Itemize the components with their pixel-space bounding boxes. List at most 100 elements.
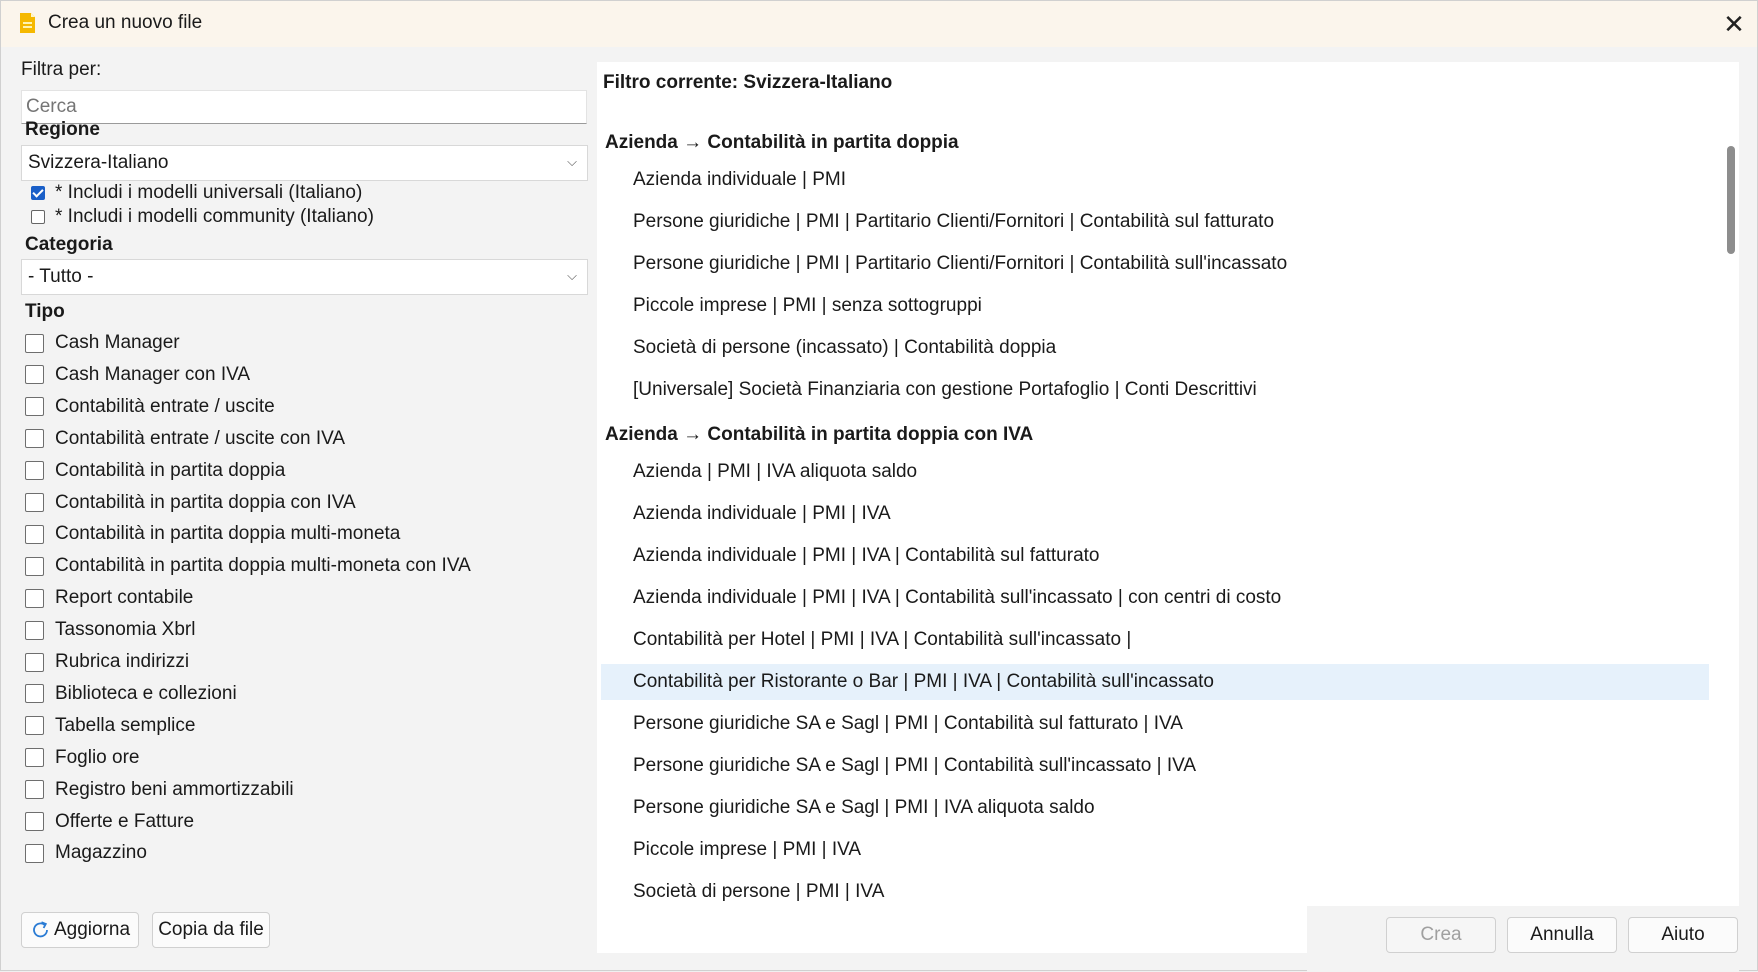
- template-list: Azienda → Contabilità in partita doppia A…: [597, 122, 1713, 902]
- type-checkbox[interactable]: Cash Manager con IVA: [25, 361, 250, 389]
- type-checkbox-label: Offerte e Fatture: [55, 810, 195, 832]
- type-checkbox[interactable]: Contabilità in partita doppia multi-mone…: [25, 520, 400, 548]
- list-item[interactable]: Piccole imprese | PMI | senza sottogrupp…: [601, 288, 1709, 324]
- title-bar: Crea un nuovo file ✕: [1, 1, 1757, 47]
- type-checkbox-label: Biblioteca e collezioni: [55, 682, 237, 704]
- cancel-button[interactable]: Annulla: [1507, 917, 1617, 953]
- list-item[interactable]: Azienda individuale | PMI | IVA | Contab…: [601, 538, 1709, 574]
- type-checkbox[interactable]: Contabilità in partita doppia: [25, 457, 285, 485]
- create-file-dialog: Crea un nuovo file ✕ Filtra per: Regione…: [0, 0, 1758, 972]
- window-title: Crea un nuovo file: [48, 12, 203, 33]
- checkbox-icon: [25, 333, 44, 353]
- category-label: Categoria: [25, 234, 113, 255]
- checkbox-checked-icon: [31, 186, 45, 200]
- region-value: Svizzera-Italiano: [28, 152, 169, 173]
- list-item[interactable]: Persone giuridiche | PMI | Partitario Cl…: [601, 246, 1709, 282]
- checkbox-icon: [25, 684, 44, 704]
- list-item[interactable]: Contabilità per Ristorante o Bar | PMI |…: [601, 664, 1709, 700]
- close-icon[interactable]: ✕: [1711, 1, 1757, 47]
- group-header[interactable]: Azienda → Contabilità in partita doppia: [605, 122, 959, 164]
- list-item[interactable]: Piccole imprese | PMI | IVA: [601, 832, 1709, 868]
- type-checkbox-label: Contabilità entrate / uscite con IVA: [55, 427, 346, 449]
- cancel-label: Annulla: [1530, 924, 1594, 945]
- type-checkbox-label: Magazzino: [55, 842, 147, 864]
- type-checkbox-label: Cash Manager: [55, 332, 180, 353]
- include-community-checkbox[interactable]: * Includi i modelli community (Italiano): [31, 206, 374, 228]
- refresh-label: Aggiorna: [53, 919, 131, 940]
- help-label: Aiuto: [1661, 924, 1705, 945]
- list-item[interactable]: Contabilità per Hotel | PMI | IVA | Cont…: [601, 622, 1709, 658]
- results-panel: Filtro corrente: Svizzera-Italiano Azien…: [597, 62, 1739, 953]
- type-checkbox[interactable]: Foglio ore: [25, 744, 140, 772]
- type-checkbox[interactable]: Cash Manager: [25, 329, 180, 357]
- list-item[interactable]: Azienda individuale | PMI: [601, 162, 1709, 198]
- refresh-icon: [33, 921, 48, 938]
- category-select[interactable]: - Tutto - ⌵: [21, 259, 588, 295]
- checkbox-icon: [25, 716, 44, 736]
- type-checkbox[interactable]: Offerte e Fatture: [25, 808, 194, 836]
- refresh-button[interactable]: Aggiorna: [21, 912, 139, 948]
- create-label: Crea: [1420, 924, 1462, 945]
- chevron-down-icon: ⌵: [567, 268, 577, 283]
- type-checkbox[interactable]: Contabilità entrate / uscite: [25, 393, 275, 421]
- checkbox-icon: [25, 556, 44, 576]
- type-checkbox[interactable]: Contabilità entrate / uscite con IVA: [25, 425, 345, 453]
- type-checkbox[interactable]: Tabella semplice: [25, 712, 195, 740]
- checkbox-icon: [25, 812, 44, 831]
- checkbox-icon: [25, 588, 44, 608]
- type-checkbox-label: Rubrica indirizzi: [55, 651, 190, 672]
- search-input[interactable]: [21, 90, 587, 124]
- checkbox-icon: [25, 843, 44, 863]
- checkbox-icon: [25, 652, 44, 672]
- group-header[interactable]: Azienda → Contabilità in partita doppia …: [605, 414, 1033, 456]
- list-item[interactable]: Persone giuridiche | PMI | Partitario Cl…: [601, 204, 1709, 240]
- type-checkbox-label: Report contabile: [55, 587, 194, 609]
- type-checkbox-label: Contabilità in partita doppia: [55, 459, 286, 481]
- type-checkbox-label: Contabilità in partita doppia multi-mone…: [55, 523, 401, 545]
- list-item[interactable]: [Universale] Società Finanziaria con ges…: [601, 372, 1709, 408]
- region-select[interactable]: Svizzera-Italiano ⌵: [21, 145, 588, 181]
- copy-from-file-button[interactable]: Copia da file: [152, 912, 270, 948]
- include-universal-checkbox[interactable]: * Includi i modelli universali (Italiano…: [31, 182, 362, 204]
- type-checkbox-label: Contabilità entrate / uscite: [55, 395, 275, 417]
- type-checkbox-label: Contabilità in partita doppia con IVA: [55, 491, 356, 513]
- type-checkbox-label: Tabella semplice: [55, 714, 196, 736]
- type-checkbox[interactable]: Rubrica indirizzi: [25, 648, 189, 676]
- type-checkbox[interactable]: Report contabile: [25, 584, 193, 612]
- checkbox-icon: [25, 461, 44, 481]
- type-checkbox[interactable]: Contabilità in partita doppia multi-mone…: [25, 552, 471, 580]
- help-button[interactable]: Aiuto: [1628, 917, 1738, 953]
- list-item[interactable]: Società di persone | PMI | IVA: [601, 874, 1709, 902]
- type-checkbox-label: Cash Manager con IVA: [55, 363, 251, 385]
- checkbox-icon: [25, 524, 44, 544]
- type-checkbox[interactable]: Magazzino: [25, 839, 147, 867]
- current-filter: Filtro corrente: Svizzera-Italiano: [603, 72, 893, 93]
- list-item[interactable]: Società di persone (incassato) | Contabi…: [601, 330, 1709, 366]
- list-item[interactable]: Azienda individuale | PMI | IVA | Contab…: [601, 580, 1709, 616]
- list-item[interactable]: Azienda individuale | PMI | IVA: [601, 496, 1709, 532]
- checkbox-icon: [25, 365, 44, 385]
- checkbox-icon: [25, 620, 44, 640]
- checkbox-icon: [25, 780, 44, 800]
- type-label: Tipo: [25, 301, 65, 322]
- app-icon: [20, 13, 35, 33]
- checkbox-icon: [25, 429, 44, 449]
- type-checkbox[interactable]: Biblioteca e collezioni: [25, 680, 237, 708]
- type-checkbox-label: Contabilità in partita doppia multi-mone…: [55, 555, 471, 577]
- list-item[interactable]: Persone giuridiche SA e Sagl | PMI | Con…: [601, 748, 1709, 784]
- scrollbar-thumb[interactable]: [1727, 146, 1735, 254]
- type-checkbox[interactable]: Contabilità in partita doppia con IVA: [25, 489, 356, 517]
- type-checkbox[interactable]: Registro beni ammortizzabili: [25, 776, 294, 804]
- type-checkbox-label: Registro beni ammortizzabili: [55, 778, 294, 800]
- create-button[interactable]: Crea: [1386, 917, 1496, 953]
- list-item[interactable]: Persone giuridiche SA e Sagl | PMI | Con…: [601, 706, 1709, 742]
- type-checkbox-label: Tassonomia Xbrl: [55, 619, 196, 641]
- checkbox-icon: [25, 748, 44, 768]
- type-checkbox-label: Foglio ore: [55, 746, 140, 768]
- type-checkbox[interactable]: Tassonomia Xbrl: [25, 616, 195, 644]
- list-item[interactable]: Azienda | PMI | IVA aliquota saldo: [601, 454, 1709, 490]
- checkbox-icon: [25, 493, 44, 512]
- scrollbar[interactable]: [1723, 122, 1739, 904]
- list-item[interactable]: Persone giuridiche SA e Sagl | PMI | IVA…: [601, 790, 1709, 826]
- include-universal-label: * Includi i modelli universali (Italiano…: [55, 182, 363, 203]
